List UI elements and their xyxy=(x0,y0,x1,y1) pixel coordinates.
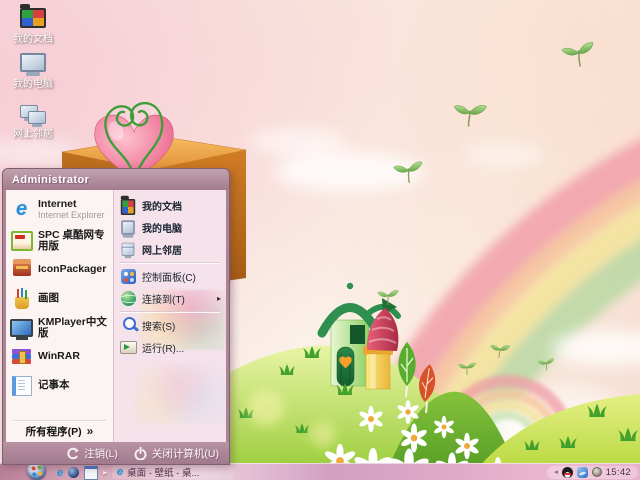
menu-item-label: 运行(R)... xyxy=(142,343,185,355)
kmplayer-icon xyxy=(10,316,33,339)
menu-item-label: 记事本 xyxy=(38,379,70,391)
menu-item-search[interactable]: 搜索(S) xyxy=(114,314,226,336)
system-tray: ◂ 15:42 xyxy=(547,465,638,479)
menu-item-label: 我的电脑 xyxy=(142,223,182,235)
user-name: Administrator xyxy=(12,173,90,186)
start-menu-left-column: e Internet Internet Explorer SPC 桌酷网专用版 … xyxy=(6,190,113,442)
magnifier-icon xyxy=(119,316,137,334)
menu-item-spc[interactable]: SPC 桌酷网专用版 xyxy=(6,226,113,255)
menu-item-internet[interactable]: e Internet Internet Explorer xyxy=(6,193,113,226)
start-menu-body: e Internet Internet Explorer SPC 桌酷网专用版 … xyxy=(6,190,226,442)
quick-launch: e ▸ xyxy=(57,465,107,480)
submenu-arrow-icon: ▸ xyxy=(216,293,221,303)
menu-item-my-computer[interactable]: 我的电脑 xyxy=(114,216,226,238)
logoff-button[interactable]: 注销(L) xyxy=(66,446,118,461)
my-computer-icon xyxy=(119,218,137,236)
start-menu: Administrator e Internet Internet Explor… xyxy=(2,168,230,465)
qq-tray-icon[interactable] xyxy=(561,466,573,478)
menu-item-run[interactable]: 运行(R)... xyxy=(114,336,226,358)
windows-flag-icon xyxy=(30,464,43,477)
shutdown-label: 关闭计算机(U) xyxy=(151,447,219,460)
menu-item-my-documents[interactable]: 我的文档 xyxy=(114,194,226,216)
control-panel-icon xyxy=(119,267,137,285)
desktop-icon-label: 网上邻居 xyxy=(13,129,53,140)
rainbow-watermark xyxy=(134,362,226,424)
menu-item-network-places[interactable]: 网上邻居 xyxy=(114,238,226,260)
taskbar: e ▸ e 桌面 - 壁纸 - 桌... ◂ 15:42 xyxy=(0,461,640,480)
desktop-icon-label: 我的文档 xyxy=(13,34,53,45)
connect-globe-icon xyxy=(119,289,137,307)
desktop-icon-label: 我的电脑 xyxy=(13,79,53,90)
network-places-icon xyxy=(20,103,46,127)
tray-collapse-icon[interactable]: ◂ xyxy=(554,468,558,476)
all-programs-button[interactable]: 所有程序(P) » xyxy=(6,422,113,440)
task-button-label: 桌面 - 壁纸 - 桌... xyxy=(127,468,200,479)
media-player-quicklaunch-icon[interactable] xyxy=(68,467,80,478)
menu-item-paint[interactable]: 画图 xyxy=(6,284,113,313)
desktop-icon-my-computer[interactable]: 我的电脑 xyxy=(4,50,62,90)
messenger-tray-icon[interactable] xyxy=(576,466,588,478)
menu-item-label: SPC 桌酷网专用版 xyxy=(38,228,105,252)
icon-packager-icon xyxy=(10,258,33,281)
logoff-label: 注销(L) xyxy=(84,447,118,460)
all-programs-label: 所有程序(P) xyxy=(25,425,82,438)
winrar-icon xyxy=(10,345,33,368)
menu-item-label: IconPackager xyxy=(38,263,107,275)
desktop: 我的文档 我的电脑 网上邻居 Administrator e Internet … xyxy=(0,0,640,480)
run-window-icon xyxy=(119,338,137,356)
start-menu-header: Administrator xyxy=(3,169,229,190)
menu-item-label: Internet xyxy=(38,197,77,210)
menu-item-connect-to[interactable]: 连接到(T) ▸ xyxy=(114,287,226,309)
desktop-icon-network-places[interactable]: 网上邻居 xyxy=(4,103,62,140)
menu-item-label: 控制面板(C) xyxy=(142,272,196,284)
menu-item-label: 网上邻居 xyxy=(142,245,182,257)
menu-item-notepad[interactable]: 记事本 xyxy=(6,371,113,400)
menu-item-sublabel: Internet Explorer xyxy=(38,209,105,220)
logoff-icon xyxy=(67,447,80,459)
ie-task-icon: e xyxy=(117,466,124,478)
menu-separator xyxy=(120,262,220,263)
menu-item-label: WinRAR xyxy=(38,350,80,362)
ie-quicklaunch-icon[interactable]: e xyxy=(57,467,63,479)
my-documents-icon xyxy=(119,195,137,215)
internet-explorer-icon: e xyxy=(15,198,28,220)
network-places-icon xyxy=(119,240,137,258)
quick-launch-expand-icon[interactable]: ▸ xyxy=(103,468,107,477)
notepad-icon xyxy=(10,374,33,397)
clock[interactable]: 15:42 xyxy=(606,467,631,478)
desktop-icon-my-documents[interactable]: 我的文档 xyxy=(4,4,62,45)
my-documents-icon xyxy=(20,4,46,32)
start-menu-footer: 注销(L) 关闭计算机(U) xyxy=(3,442,229,464)
menu-separator xyxy=(120,311,220,312)
power-icon xyxy=(134,446,147,460)
explorer-quicklaunch-icon[interactable] xyxy=(84,465,99,480)
menu-item-label: 我的文档 xyxy=(142,201,182,213)
menu-item-winrar[interactable]: WinRAR xyxy=(6,342,113,371)
menu-item-label: 搜索(S) xyxy=(142,321,176,333)
double-chevron-icon: » xyxy=(86,424,94,438)
shutdown-button[interactable]: 关闭计算机(U) xyxy=(134,446,219,461)
menu-item-label: KMPlayer中文版 xyxy=(38,315,107,339)
my-computer-icon xyxy=(20,53,46,77)
menu-separator xyxy=(13,420,106,421)
menu-item-kmplayer[interactable]: KMPlayer中文版 xyxy=(6,313,113,342)
menu-item-iconpackager[interactable]: IconPackager xyxy=(6,255,113,284)
start-menu-right-column: 我的文档 我的电脑 网上邻居 控制面板(C) 连接到(T) ▸ 搜索(S) 运行… xyxy=(113,190,226,442)
spc-app-icon xyxy=(10,229,33,252)
menu-item-label: 连接到(T) xyxy=(142,294,185,306)
menu-item-control-panel[interactable]: 控制面板(C) xyxy=(114,265,226,287)
menu-item-label: 画图 xyxy=(38,292,59,304)
paint-icon xyxy=(10,287,33,310)
task-button[interactable]: e 桌面 - 壁纸 - 桌... xyxy=(112,465,234,479)
volume-tray-icon[interactable] xyxy=(591,467,602,477)
